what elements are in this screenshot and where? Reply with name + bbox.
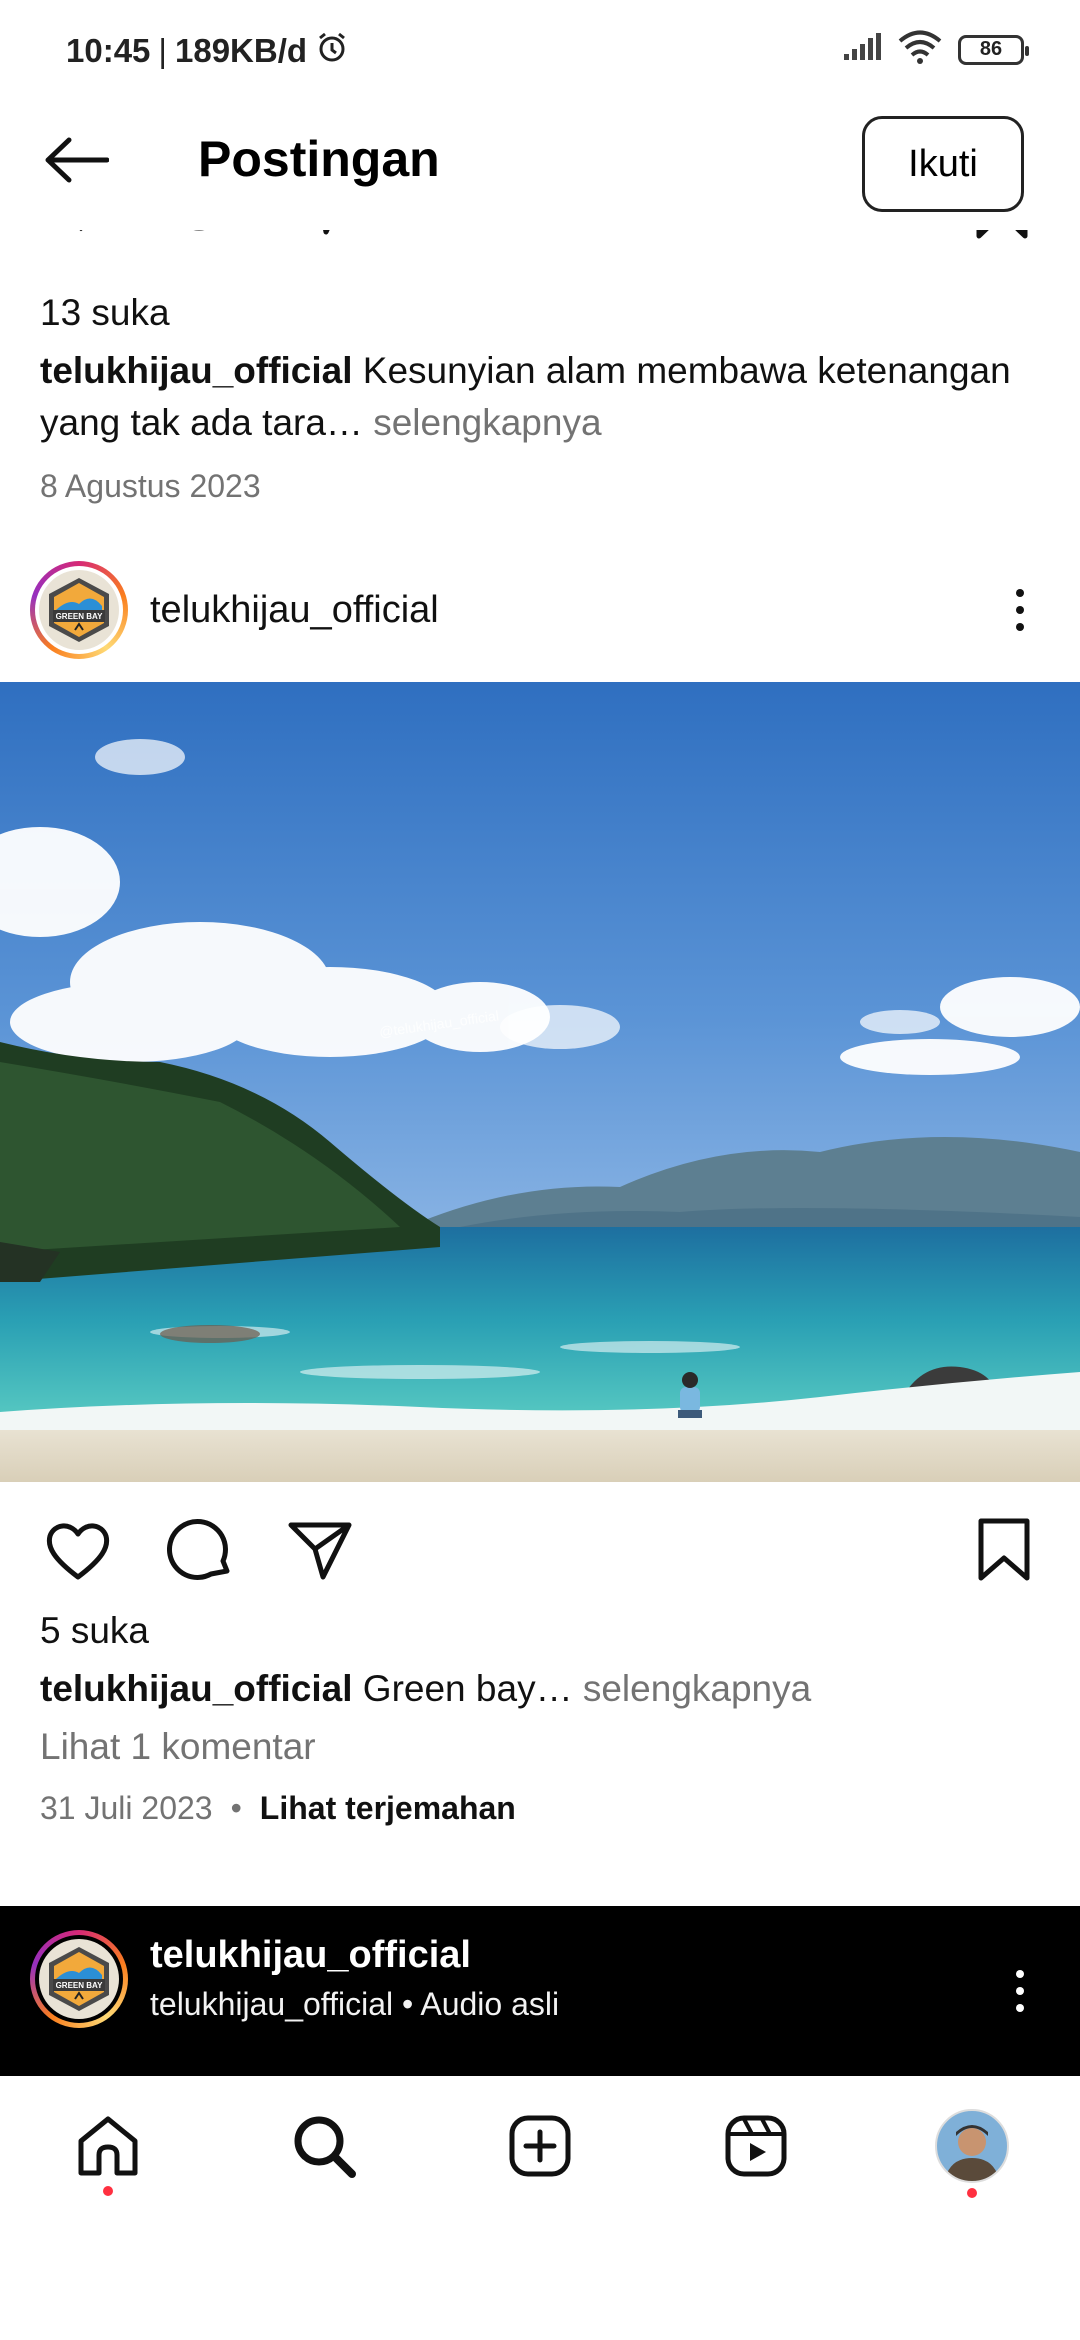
- avatar-text: GREEN BAY: [56, 1981, 103, 1990]
- heart-icon: [46, 1523, 110, 1580]
- bottom-navigation: [0, 2076, 1080, 2216]
- bookmark-icon: [978, 1518, 1030, 1581]
- comment-icon: [167, 1519, 230, 1580]
- profile-avatar: [935, 2109, 1009, 2183]
- post-photo[interactable]: @telukhijau_official: [0, 682, 1080, 1482]
- battery-level: 86: [979, 38, 1003, 60]
- view-comments-link[interactable]: Lihat 1 komentar: [40, 1726, 316, 1768]
- nav-home[interactable]: [68, 2106, 148, 2196]
- create-icon: [509, 2115, 571, 2177]
- wifi-icon: [898, 30, 942, 69]
- reel-username[interactable]: telukhijau_official: [150, 1934, 471, 1977]
- beach-photo: @telukhijau_official: [0, 682, 1080, 1482]
- home-notification-dot: [103, 2186, 113, 2196]
- caption-text: Green bay: [362, 1668, 536, 1709]
- previous-post-date: 8 Agustus 2023: [40, 468, 261, 504]
- caption-username[interactable]: telukhijau_official: [40, 350, 353, 391]
- previous-post-caption: telukhijau_official Kesunyian alam memba…: [40, 345, 1040, 449]
- status-bar: 10:45 | 189KB/d 86: [0, 0, 1080, 100]
- green-bay-logo: GREEN BAY: [39, 570, 119, 650]
- status-time: 10:45: [66, 32, 151, 69]
- battery-icon: 86: [958, 34, 1029, 65]
- post-caption: telukhijau_official Green bay… selengkap…: [40, 1663, 1040, 1715]
- like-button[interactable]: [38, 1510, 118, 1590]
- caption-ellipsis: …: [325, 402, 363, 443]
- meta-separator: •: [230, 1790, 242, 1826]
- more-options-icon[interactable]: [1000, 570, 1040, 650]
- comment-button[interactable]: [160, 1510, 240, 1590]
- share-button[interactable]: [280, 1510, 360, 1590]
- reel-avatar[interactable]: GREEN BAY: [30, 1930, 128, 2028]
- avatar[interactable]: GREEN BAY: [30, 561, 128, 659]
- back-button[interactable]: [36, 128, 116, 192]
- signal-icon: [842, 32, 882, 67]
- see-translation-link[interactable]: Lihat terjemahan: [260, 1790, 516, 1827]
- share-icon: [288, 1522, 352, 1580]
- nav-create[interactable]: [500, 2106, 580, 2186]
- post-date: 31 Juli 2023: [40, 1790, 213, 1826]
- more-options-icon[interactable]: [1000, 1951, 1040, 2031]
- alarm-icon: [315, 30, 349, 72]
- reel-audio-label[interactable]: telukhijau_official • Audio asli: [150, 1986, 559, 2023]
- network-speed: 189KB/d: [174, 32, 308, 69]
- reels-icon: [725, 2115, 787, 2177]
- home-icon: [78, 2116, 138, 2176]
- caption-username[interactable]: telukhijau_official: [40, 1668, 353, 1709]
- green-bay-logo: GREEN BAY: [39, 1939, 119, 2019]
- status-separator: |: [158, 32, 167, 69]
- post-header: GREEN BAY telukhijau_official: [0, 550, 1080, 670]
- previous-post-likes[interactable]: 13 suka: [40, 292, 170, 334]
- status-right: 86: [842, 30, 1029, 69]
- post-actions: [0, 1510, 1080, 1590]
- see-more-link[interactable]: selengkapnya: [373, 402, 601, 443]
- follow-button[interactable]: Ikuti: [862, 116, 1024, 212]
- nav-search[interactable]: [284, 2106, 364, 2186]
- status-left: 10:45 | 189KB/d: [66, 30, 349, 72]
- profile-notification-dot: [967, 2188, 977, 2198]
- avatar-text: GREEN BAY: [56, 612, 103, 621]
- search-icon: [294, 2116, 356, 2178]
- post-meta: 31 Juli 2023 • Lihat terjemahan: [40, 1790, 516, 1827]
- arrow-left-icon: [45, 137, 109, 183]
- nav-profile[interactable]: [932, 2106, 1012, 2198]
- post-likes[interactable]: 5 suka: [40, 1610, 149, 1652]
- reel-preview-bar[interactable]: GREEN BAY telukhijau_official telukhijau…: [0, 1906, 1080, 2076]
- nav-reels[interactable]: [716, 2106, 796, 2186]
- top-bar: Postingan Ikuti: [0, 100, 1080, 230]
- save-button[interactable]: [964, 1510, 1044, 1590]
- caption-ellipsis: …: [535, 1668, 573, 1709]
- page-title: Postingan: [198, 131, 440, 187]
- post-username[interactable]: telukhijau_official: [150, 589, 439, 632]
- see-more-link[interactable]: selengkapnya: [583, 1668, 811, 1709]
